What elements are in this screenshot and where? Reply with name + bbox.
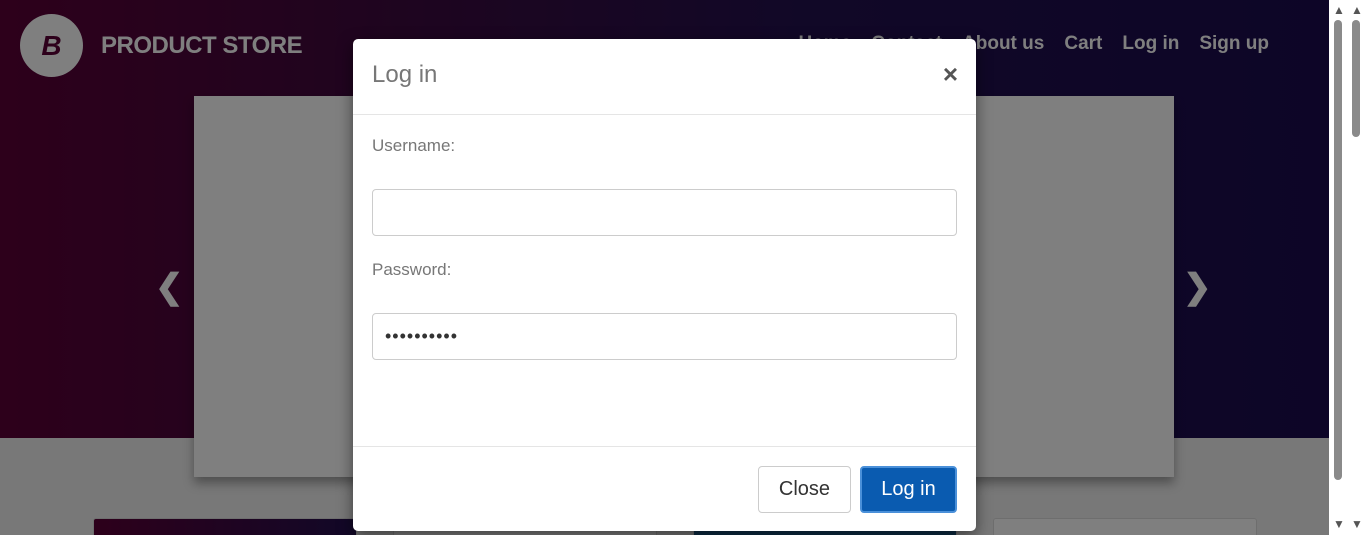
close-button[interactable]: Close [758, 466, 851, 513]
username-label: Username: [372, 136, 456, 155]
username-input[interactable] [372, 189, 957, 236]
modal-footer: Close Log in [353, 446, 976, 532]
modal-title: Log in [372, 61, 438, 88]
scrollbar[interactable]: ▲ ▲ ▼ ▼ [1329, 0, 1367, 535]
scrollbar-thumb[interactable] [1352, 20, 1360, 137]
password-input[interactable] [372, 313, 957, 360]
log-in-button[interactable]: Log in [860, 466, 957, 513]
scroll-down-icon[interactable]: ▼ [1351, 518, 1363, 530]
scroll-up-icon[interactable]: ▲ [1333, 4, 1345, 16]
scroll-up-icon[interactable]: ▲ [1351, 4, 1363, 16]
password-label: Password: [372, 260, 452, 279]
page: B PRODUCT STORE Home Contact About us Ca… [0, 0, 1367, 535]
close-icon[interactable]: × [943, 61, 958, 87]
modal-header: Log in × [353, 39, 976, 115]
scroll-down-icon[interactable]: ▼ [1333, 518, 1345, 530]
scrollbar-thumb[interactable] [1334, 20, 1342, 480]
login-modal: Log in × Username: Password: Close Log i… [353, 39, 976, 531]
modal-body: Username: Password: [353, 115, 976, 446]
